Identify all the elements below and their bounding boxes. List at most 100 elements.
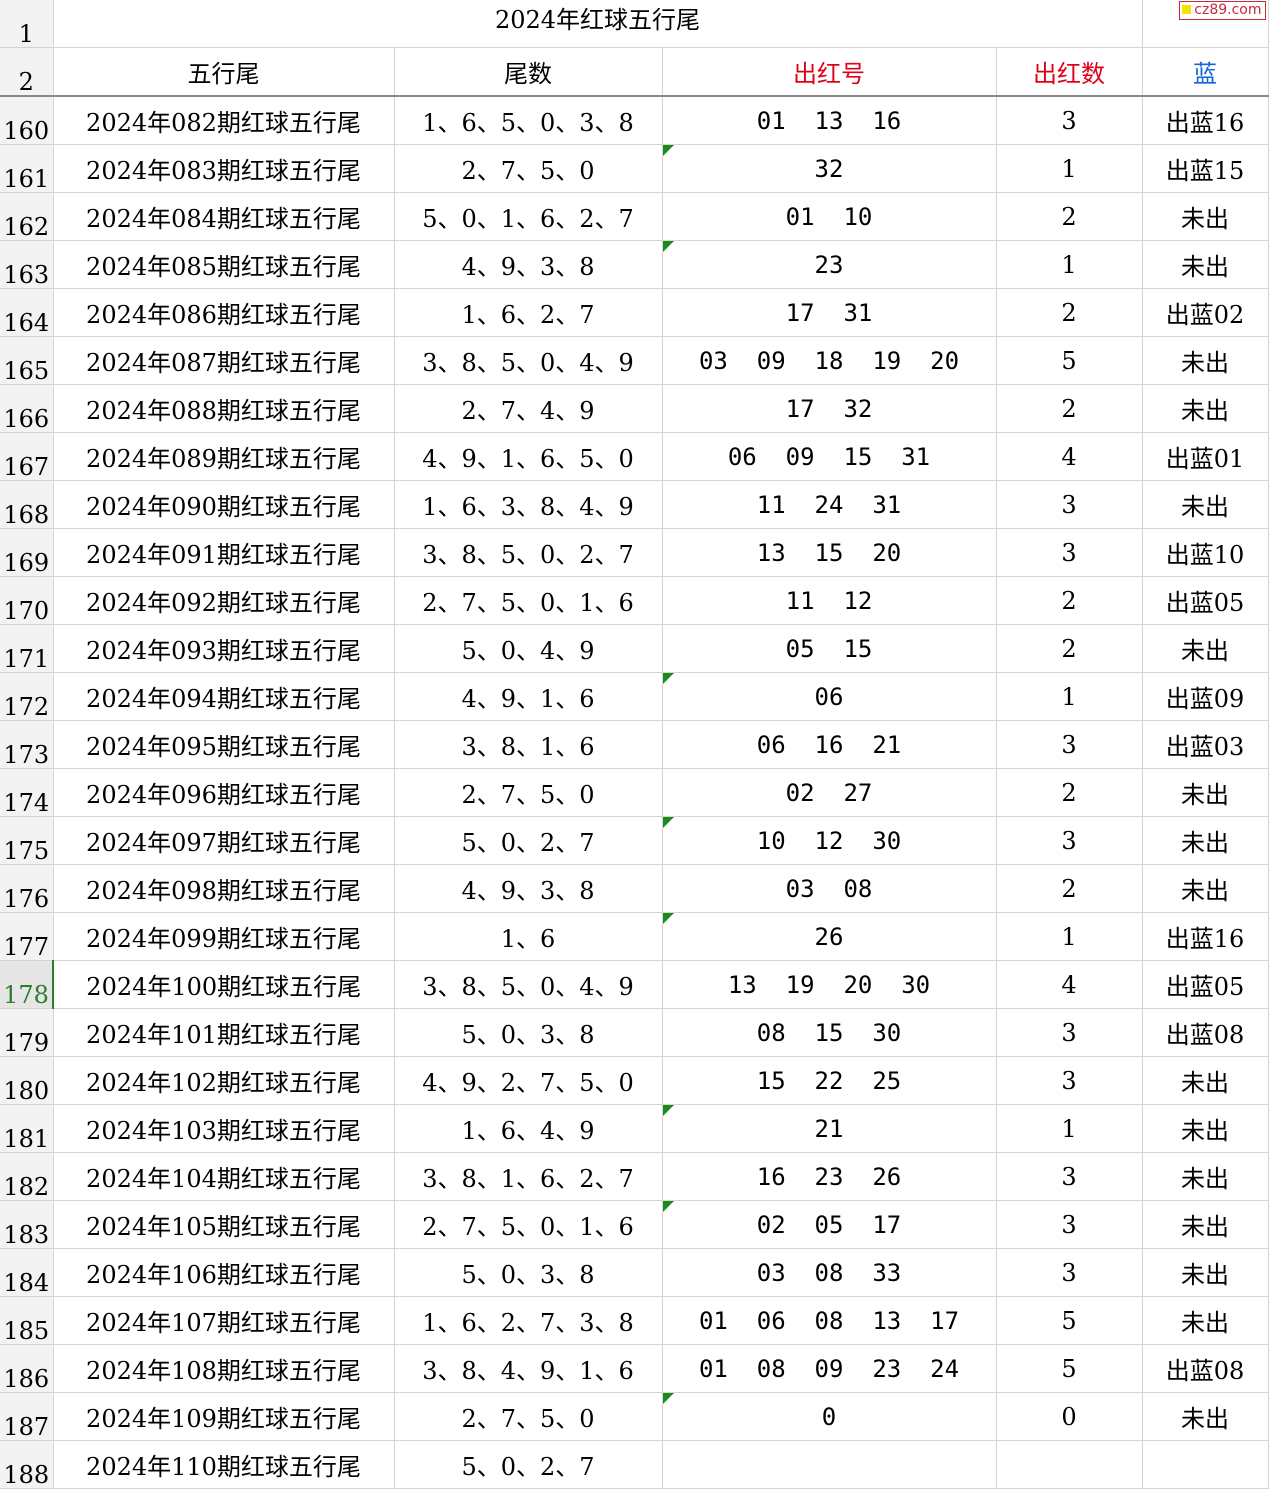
blue-result-cell[interactable]: 未出 [1142,1296,1269,1345]
red-balls-cell[interactable]: 26 [662,912,997,961]
red-balls-cell[interactable]: 17 32 [662,384,997,433]
period-name-cell[interactable]: 2024年086期红球五行尾 [53,288,395,337]
period-name-cell[interactable]: 2024年110期红球五行尾 [53,1440,395,1489]
blue-result-cell[interactable]: 未出 [1142,864,1269,913]
period-name-cell[interactable]: 2024年082期红球五行尾 [53,96,395,145]
period-name-cell[interactable]: 2024年104期红球五行尾 [53,1152,395,1201]
tail-numbers-cell[interactable]: 3、8、1、6 [394,720,663,769]
red-count-cell[interactable]: 1 [996,672,1143,721]
row-header[interactable]: 171 [0,624,54,673]
blue-result-cell[interactable]: 出蓝02 [1142,288,1269,337]
row-header[interactable]: 180 [0,1056,54,1105]
red-count-cell[interactable]: 3 [996,1056,1143,1105]
row-header[interactable]: 186 [0,1344,54,1393]
red-count-cell[interactable]: 5 [996,336,1143,385]
period-name-cell[interactable]: 2024年102期红球五行尾 [53,1056,395,1105]
red-count-cell[interactable]: 2 [996,768,1143,817]
red-balls-cell[interactable]: 02 05 17 [662,1200,997,1249]
red-count-cell[interactable]: 1 [996,1104,1143,1153]
red-balls-cell[interactable]: 03 09 18 19 20 [662,336,997,385]
blue-result-cell[interactable]: 未出 [1142,1392,1269,1441]
column-header-red-balls[interactable]: 出红号 [662,47,997,97]
period-name-cell[interactable]: 2024年100期红球五行尾 [53,960,395,1009]
blue-result-cell[interactable]: 未出 [1142,192,1269,241]
tail-numbers-cell[interactable]: 4、9、1、6 [394,672,663,721]
row-header[interactable]: 169 [0,528,54,577]
period-name-cell[interactable]: 2024年103期红球五行尾 [53,1104,395,1153]
row-header[interactable]: 177 [0,912,54,961]
red-balls-cell[interactable]: 16 23 26 [662,1152,997,1201]
period-name-cell[interactable]: 2024年094期红球五行尾 [53,672,395,721]
period-name-cell[interactable]: 2024年099期红球五行尾 [53,912,395,961]
tail-numbers-cell[interactable]: 2、7、5、0、1、6 [394,576,663,625]
blue-result-cell[interactable]: 未出 [1142,480,1269,529]
column-header-tail[interactable]: 尾数 [394,47,663,97]
red-balls-cell[interactable]: 13 19 20 30 [662,960,997,1009]
blue-result-cell[interactable]: 出蓝09 [1142,672,1269,721]
blue-result-cell[interactable]: 未出 [1142,1104,1269,1153]
row-header[interactable]: 163 [0,240,54,289]
tail-numbers-cell[interactable]: 1、6 [394,912,663,961]
row-header[interactable]: 160 [0,96,54,145]
blue-result-cell[interactable]: 出蓝05 [1142,960,1269,1009]
tail-numbers-cell[interactable]: 4、9、3、8 [394,240,663,289]
cell[interactable]: cz89.com [1142,0,1269,48]
blue-result-cell[interactable]: 出蓝10 [1142,528,1269,577]
row-header[interactable]: 1 [0,0,54,48]
row-header[interactable]: 167 [0,432,54,481]
red-balls-cell[interactable]: 06 [662,672,997,721]
row-header[interactable]: 173 [0,720,54,769]
column-header-blue[interactable]: 蓝 [1142,47,1269,97]
tail-numbers-cell[interactable]: 5、0、1、6、2、7 [394,192,663,241]
row-header[interactable]: 182 [0,1152,54,1201]
blue-result-cell[interactable]: 未出 [1142,384,1269,433]
row-header[interactable]: 181 [0,1104,54,1153]
red-count-cell[interactable]: 3 [996,720,1143,769]
tail-numbers-cell[interactable]: 2、7、4、9 [394,384,663,433]
row-header[interactable]: 187 [0,1392,54,1441]
red-balls-cell[interactable]: 01 10 [662,192,997,241]
blue-result-cell[interactable]: 出蓝01 [1142,432,1269,481]
red-count-cell[interactable]: 3 [996,816,1143,865]
red-balls-cell[interactable] [662,1440,997,1489]
blue-result-cell[interactable]: 出蓝08 [1142,1344,1269,1393]
red-balls-cell[interactable]: 23 [662,240,997,289]
row-header[interactable]: 166 [0,384,54,433]
row-header[interactable]: 175 [0,816,54,865]
tail-numbers-cell[interactable]: 5、0、3、8 [394,1248,663,1297]
red-balls-cell[interactable]: 11 12 [662,576,997,625]
row-header[interactable]: 185 [0,1296,54,1345]
period-name-cell[interactable]: 2024年101期红球五行尾 [53,1008,395,1057]
period-name-cell[interactable]: 2024年091期红球五行尾 [53,528,395,577]
tail-numbers-cell[interactable]: 5、0、2、7 [394,816,663,865]
blue-result-cell[interactable]: 出蓝08 [1142,1008,1269,1057]
red-balls-cell[interactable]: 05 15 [662,624,997,673]
blue-result-cell[interactable]: 未出 [1142,1152,1269,1201]
period-name-cell[interactable]: 2024年093期红球五行尾 [53,624,395,673]
red-count-cell[interactable]: 1 [996,912,1143,961]
row-header[interactable]: 178 [0,960,54,1009]
tail-numbers-cell[interactable]: 1、6、5、0、3、8 [394,96,663,145]
red-balls-cell[interactable]: 01 08 09 23 24 [662,1344,997,1393]
blue-result-cell[interactable]: 未出 [1142,240,1269,289]
red-balls-cell[interactable]: 21 [662,1104,997,1153]
red-balls-cell[interactable]: 01 13 16 [662,96,997,145]
tail-numbers-cell[interactable]: 2、7、5、0 [394,144,663,193]
red-count-cell[interactable]: 3 [996,528,1143,577]
period-name-cell[interactable]: 2024年087期红球五行尾 [53,336,395,385]
tail-numbers-cell[interactable]: 3、8、5、0、4、9 [394,960,663,1009]
tail-numbers-cell[interactable]: 4、9、3、8 [394,864,663,913]
red-balls-cell[interactable]: 06 16 21 [662,720,997,769]
row-header[interactable]: 174 [0,768,54,817]
row-header[interactable]: 2 [0,47,54,97]
column-header-red-count[interactable]: 出红数 [996,47,1143,97]
period-name-cell[interactable]: 2024年107期红球五行尾 [53,1296,395,1345]
red-count-cell[interactable]: 3 [996,480,1143,529]
row-header[interactable]: 188 [0,1440,54,1489]
tail-numbers-cell[interactable]: 1、6、3、8、4、9 [394,480,663,529]
period-name-cell[interactable]: 2024年085期红球五行尾 [53,240,395,289]
row-header[interactable]: 162 [0,192,54,241]
red-balls-cell[interactable]: 13 15 20 [662,528,997,577]
blue-result-cell[interactable] [1142,1440,1269,1489]
red-count-cell[interactable]: 0 [996,1392,1143,1441]
